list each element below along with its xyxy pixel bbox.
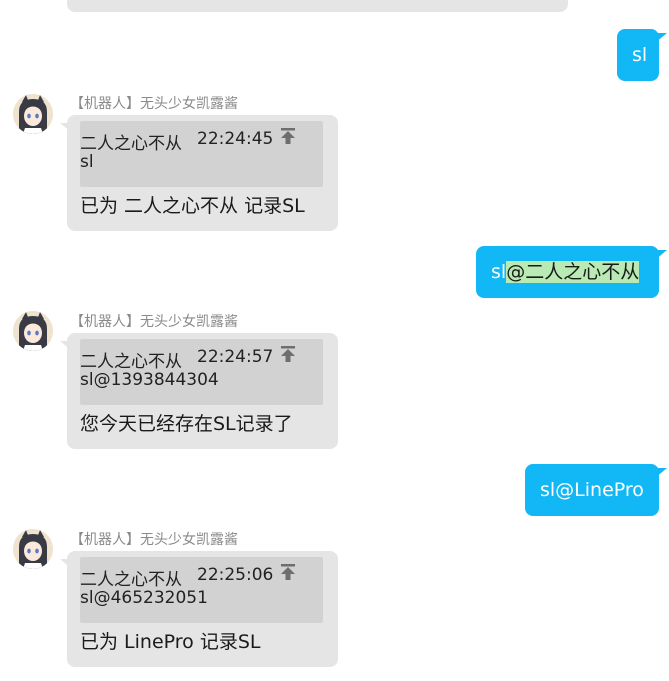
bot-message-bubble[interactable]: 二人之心不从 22:24:57 sl@1393844304 您今天已经存在SL记… xyxy=(67,333,338,449)
bot-avatar[interactable] xyxy=(13,529,53,569)
bot-message-text: 已为 LinePro 记录SL xyxy=(80,631,261,653)
mention-tag[interactable]: @二人之心不从 xyxy=(506,261,640,283)
anime-girl-avatar-icon xyxy=(13,529,53,569)
quoted-timestamp: 22:24:57 xyxy=(197,347,274,367)
bot-message-text: 您今天已经存在SL记录了 xyxy=(80,413,293,435)
self-message-bubble[interactable]: sl xyxy=(617,29,659,81)
quoted-sender-name: 二人之心不从 xyxy=(80,134,182,154)
anime-girl-avatar-icon xyxy=(13,311,53,351)
jump-to-top-icon[interactable] xyxy=(278,562,298,582)
bot-message-bubble[interactable]: 二人之心不从 22:25:06 sl@465232051 已为 LinePro … xyxy=(67,551,338,667)
quoted-text: sl@465232051 xyxy=(80,588,208,608)
self-message-text: sl xyxy=(491,261,507,283)
sender-name: 【机器人】无头少女凯露酱 xyxy=(70,96,238,112)
bot-message-bubble[interactable]: 二人之心不从 22:24:45 sl 已为 二人之心不从 记录SL xyxy=(67,115,338,231)
self-message-bubble[interactable]: sl@LinePro xyxy=(525,464,659,516)
self-message-text: sl@LinePro xyxy=(540,479,644,501)
quoted-text: sl xyxy=(80,152,94,172)
jump-to-top-icon[interactable] xyxy=(278,344,298,364)
quoted-sender-name: 二人之心不从 xyxy=(80,570,182,590)
bot-avatar[interactable] xyxy=(13,311,53,351)
quoted-timestamp: 22:25:06 xyxy=(197,565,274,585)
previous-message-bubble xyxy=(67,0,568,12)
quoted-timestamp: 22:24:45 xyxy=(197,129,274,149)
bot-message-text: 已为 二人之心不从 记录SL xyxy=(80,195,305,217)
self-message-text: sl xyxy=(632,44,648,66)
anime-girl-avatar-icon xyxy=(13,94,53,134)
quoted-sender-name: 二人之心不从 xyxy=(80,352,182,372)
jump-to-top-icon[interactable] xyxy=(278,126,298,146)
self-message-bubble[interactable]: sl@二人之心不从 xyxy=(476,246,659,298)
sender-name: 【机器人】无头少女凯露酱 xyxy=(70,532,238,548)
sender-name: 【机器人】无头少女凯露酱 xyxy=(70,314,238,330)
quoted-text: sl@1393844304 xyxy=(80,370,219,390)
bot-avatar[interactable] xyxy=(13,94,53,134)
